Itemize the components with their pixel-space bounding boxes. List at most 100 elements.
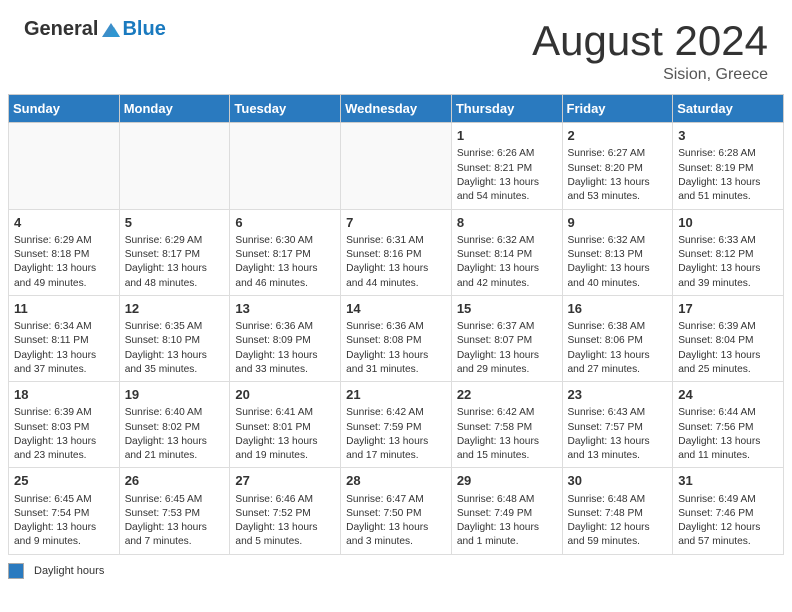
month-title: August 2024 <box>532 18 768 64</box>
day-number: 20 <box>235 386 335 404</box>
calendar-cell: 24Sunrise: 6:44 AMSunset: 7:56 PMDayligh… <box>673 382 784 468</box>
calendar-cell: 21Sunrise: 6:42 AMSunset: 7:59 PMDayligh… <box>341 382 452 468</box>
calendar-cell: 30Sunrise: 6:48 AMSunset: 7:48 PMDayligh… <box>562 468 673 554</box>
day-number: 6 <box>235 214 335 232</box>
col-wednesday: Wednesday <box>341 95 452 123</box>
day-number: 28 <box>346 472 446 490</box>
day-number: 2 <box>568 127 668 145</box>
day-number: 29 <box>457 472 557 490</box>
col-saturday: Saturday <box>673 95 784 123</box>
calendar-cell: 11Sunrise: 6:34 AMSunset: 8:11 PMDayligh… <box>9 295 120 381</box>
day-info: Sunrise: 6:36 AMSunset: 8:08 PMDaylight:… <box>346 320 446 377</box>
calendar-cell: 2Sunrise: 6:27 AMSunset: 8:20 PMDaylight… <box>562 123 673 209</box>
day-info: Sunrise: 6:49 AMSunset: 7:46 PMDaylight:… <box>678 493 778 550</box>
calendar-header: Sunday Monday Tuesday Wednesday Thursday… <box>9 95 784 123</box>
col-monday: Monday <box>119 95 230 123</box>
legend-color-box <box>8 563 24 579</box>
day-info: Sunrise: 6:29 AMSunset: 8:17 PMDaylight:… <box>125 234 225 291</box>
day-info: Sunrise: 6:32 AMSunset: 8:13 PMDaylight:… <box>568 234 668 291</box>
calendar-cell: 19Sunrise: 6:40 AMSunset: 8:02 PMDayligh… <box>119 382 230 468</box>
calendar-cell: 1 Sunrise: 6:26 AMSunset: 8:21 PMDaylight… <box>451 123 562 209</box>
calendar-cell: 18 Sunrise: 6:39 AMSunset: 8:03 PMDayligh… <box>9 382 120 468</box>
day-info: Sunrise: 6:26 AMSunset: 8:21 PMDaylight:… <box>457 147 557 204</box>
calendar-cell: 5 Sunrise: 6:29 AMSunset: 8:17 PMDaylight… <box>119 209 230 295</box>
calendar-week-4: 18 Sunrise: 6:39 AMSunset: 8:03 PMDayligh… <box>9 382 784 468</box>
day-info: Sunrise: 6:38 AMSunset: 8:06 PMDaylight:… <box>568 320 668 377</box>
day-info: Sunrise: 6:41 AMSunset: 8:01 PMDaylight:… <box>235 406 335 463</box>
calendar-cell <box>230 123 341 209</box>
logo-icon <box>100 19 122 41</box>
calendar-cell <box>119 123 230 209</box>
calendar-cell <box>9 123 120 209</box>
day-number: 11 <box>14 300 114 318</box>
calendar-week-2: 4 Sunrise: 6:29 AMSunset: 8:18 PMDaylight… <box>9 209 784 295</box>
col-thursday: Thursday <box>451 95 562 123</box>
day-number: 3 <box>678 127 778 145</box>
day-info: Sunrise: 6:43 AMSunset: 7:57 PMDaylight:… <box>568 406 668 463</box>
day-info: Sunrise: 6:29 AMSunset: 8:18 PMDaylight:… <box>14 234 114 291</box>
day-info: Sunrise: 6:33 AMSunset: 8:12 PMDaylight:… <box>678 234 778 291</box>
day-info: Sunrise: 6:36 AMSunset: 8:09 PMDaylight:… <box>235 320 335 377</box>
calendar-cell: 10 Sunrise: 6:33 AMSunset: 8:12 PMDayligh… <box>673 209 784 295</box>
day-info: Sunrise: 6:47 AMSunset: 7:50 PMDaylight:… <box>346 493 446 550</box>
col-sunday: Sunday <box>9 95 120 123</box>
calendar-cell: 4 Sunrise: 6:29 AMSunset: 8:18 PMDaylight… <box>9 209 120 295</box>
calendar-cell: 25 Sunrise: 6:45 AMSunset: 7:54 PMDayligh… <box>9 468 120 554</box>
day-number: 26 <box>125 472 225 490</box>
legend-label: Daylight hours <box>34 565 104 577</box>
logo-blue-text: Blue <box>122 18 165 41</box>
day-info: Sunrise: 6:35 AMSunset: 8:10 PMDaylight:… <box>125 320 225 377</box>
calendar-week-5: 25 Sunrise: 6:45 AMSunset: 7:54 PMDayligh… <box>9 468 784 554</box>
day-info: Sunrise: 6:37 AMSunset: 8:07 PMDaylight:… <box>457 320 557 377</box>
day-number: 16 <box>568 300 668 318</box>
day-number: 9 <box>568 214 668 232</box>
day-number: 31 <box>678 472 778 490</box>
calendar-cell: 16 Sunrise: 6:38 AMSunset: 8:06 PMDayligh… <box>562 295 673 381</box>
calendar-cell: 14 Sunrise: 6:36 AMSunset: 8:08 PMDayligh… <box>341 295 452 381</box>
header-row: Sunday Monday Tuesday Wednesday Thursday… <box>9 95 784 123</box>
calendar-week-3: 11Sunrise: 6:34 AMSunset: 8:11 PMDayligh… <box>9 295 784 381</box>
calendar-cell: 22 Sunrise: 6:42 AMSunset: 7:58 PMDayligh… <box>451 382 562 468</box>
calendar-cell: 26 Sunrise: 6:45 AMSunset: 7:53 PMDayligh… <box>119 468 230 554</box>
day-info: Sunrise: 6:45 AMSunset: 7:54 PMDaylight:… <box>14 493 114 550</box>
calendar-cell: 31 Sunrise: 6:49 AMSunset: 7:46 PMDayligh… <box>673 468 784 554</box>
day-info: Sunrise: 6:30 AMSunset: 8:17 PMDaylight:… <box>235 234 335 291</box>
col-tuesday: Tuesday <box>230 95 341 123</box>
location-subtitle: Sision, Greece <box>532 66 768 84</box>
day-number: 25 <box>14 472 114 490</box>
day-number: 5 <box>125 214 225 232</box>
calendar-cell: 17 Sunrise: 6:39 AMSunset: 8:04 PMDayligh… <box>673 295 784 381</box>
logo-general-text: General <box>24 18 98 41</box>
calendar-cell: 27Sunrise: 6:46 AMSunset: 7:52 PMDayligh… <box>230 468 341 554</box>
day-info: Sunrise: 6:42 AMSunset: 7:58 PMDaylight:… <box>457 406 557 463</box>
calendar-cell: 23Sunrise: 6:43 AMSunset: 7:57 PMDayligh… <box>562 382 673 468</box>
day-number: 14 <box>346 300 446 318</box>
day-number: 17 <box>678 300 778 318</box>
day-number: 22 <box>457 386 557 404</box>
day-number: 18 <box>14 386 114 404</box>
day-info: Sunrise: 6:44 AMSunset: 7:56 PMDaylight:… <box>678 406 778 463</box>
calendar-cell: 7Sunrise: 6:31 AMSunset: 8:16 PMDaylight… <box>341 209 452 295</box>
day-info: Sunrise: 6:48 AMSunset: 7:48 PMDaylight:… <box>568 493 668 550</box>
calendar-body: 1 Sunrise: 6:26 AMSunset: 8:21 PMDaylight… <box>9 123 784 555</box>
calendar-cell: 15Sunrise: 6:37 AMSunset: 8:07 PMDayligh… <box>451 295 562 381</box>
day-info: Sunrise: 6:39 AMSunset: 8:03 PMDaylight:… <box>14 406 114 463</box>
calendar-cell: 13Sunrise: 6:36 AMSunset: 8:09 PMDayligh… <box>230 295 341 381</box>
logo: General Blue <box>24 18 166 41</box>
calendar-cell: 3Sunrise: 6:28 AMSunset: 8:19 PMDaylight… <box>673 123 784 209</box>
day-number: 7 <box>346 214 446 232</box>
header: General Blue August 2024 Sision, Greece <box>0 0 792 94</box>
calendar-week-1: 1 Sunrise: 6:26 AMSunset: 8:21 PMDaylight… <box>9 123 784 209</box>
calendar-cell: 28 Sunrise: 6:47 AMSunset: 7:50 PMDayligh… <box>341 468 452 554</box>
calendar-cell <box>341 123 452 209</box>
day-number: 12 <box>125 300 225 318</box>
day-info: Sunrise: 6:48 AMSunset: 7:49 PMDaylight:… <box>457 493 557 550</box>
day-number: 19 <box>125 386 225 404</box>
day-number: 10 <box>678 214 778 232</box>
day-info: Sunrise: 6:39 AMSunset: 8:04 PMDaylight:… <box>678 320 778 377</box>
day-info: Sunrise: 6:32 AMSunset: 8:14 PMDaylight:… <box>457 234 557 291</box>
day-number: 4 <box>14 214 114 232</box>
calendar-cell: 6 Sunrise: 6:30 AMSunset: 8:17 PMDaylight… <box>230 209 341 295</box>
day-info: Sunrise: 6:45 AMSunset: 7:53 PMDaylight:… <box>125 493 225 550</box>
day-number: 1 <box>457 127 557 145</box>
